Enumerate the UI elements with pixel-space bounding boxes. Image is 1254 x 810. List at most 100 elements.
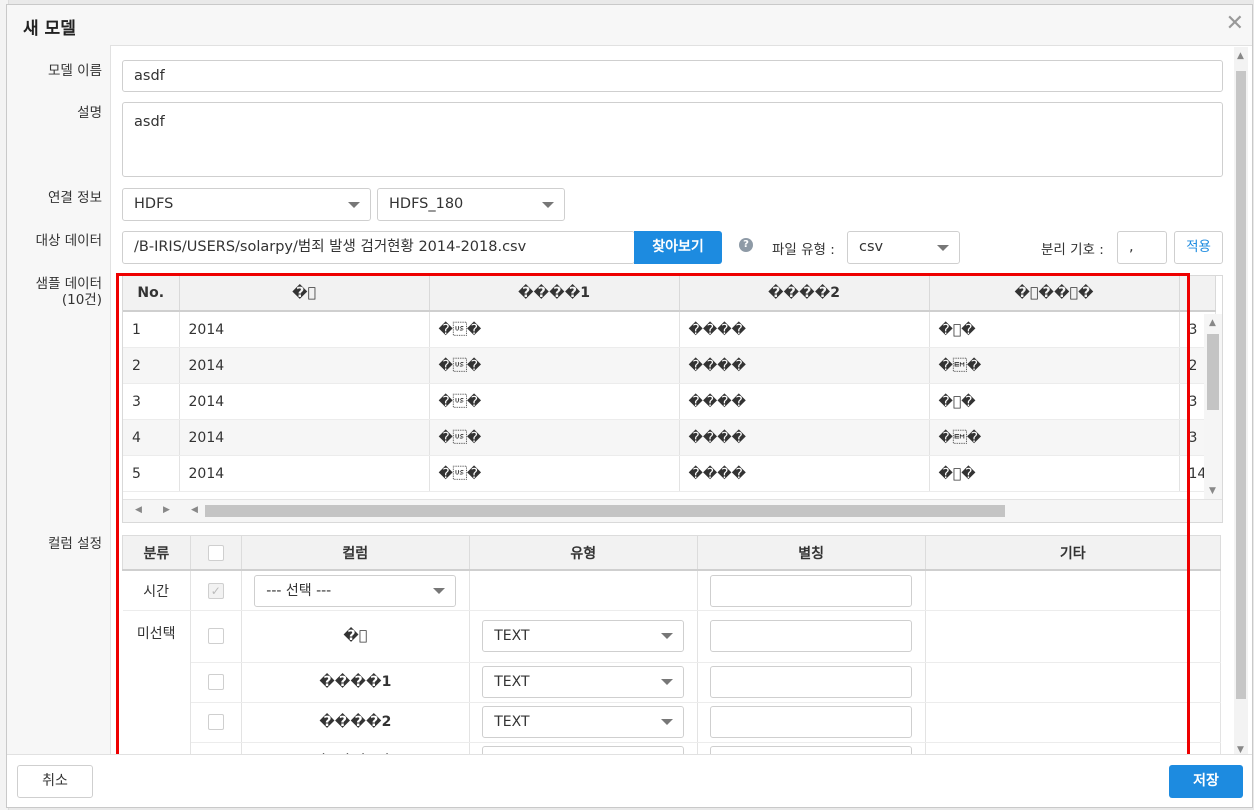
table-row: 1 2014 � � ���� � � 3 bbox=[123, 311, 1217, 348]
description-textarea[interactable]: asdf bbox=[122, 102, 1223, 177]
category-time: 시간 bbox=[122, 570, 191, 611]
table-cell: �� bbox=[929, 347, 1180, 384]
table-cell: 2014 bbox=[179, 455, 430, 492]
alias-input[interactable] bbox=[710, 574, 913, 607]
sample-header-col1[interactable]: �  bbox=[179, 276, 430, 312]
type-value: TEXT bbox=[494, 628, 530, 645]
column-settings-table: 분류 컬럼 유형 별칭 기타 시간 ✓ --- 선택 --- bbox=[122, 535, 1221, 757]
browse-button[interactable]: 찾아보기 bbox=[634, 231, 722, 264]
table-cell: 4 bbox=[123, 419, 180, 456]
header-etc: 기타 bbox=[924, 535, 1221, 571]
row-checkbox[interactable] bbox=[207, 674, 224, 690]
table-row: 미선택 �  TEXT bbox=[122, 610, 1221, 663]
type-value: TEXT bbox=[494, 714, 530, 730]
scrollbar-thumb[interactable] bbox=[1236, 71, 1246, 699]
column-name: ����1 bbox=[241, 662, 470, 703]
time-row: 시간 ✓ --- 선택 --- bbox=[122, 570, 1221, 611]
scrollbar-thumb[interactable] bbox=[205, 505, 1005, 517]
time-column-select[interactable]: --- 선택 --- bbox=[254, 574, 457, 607]
table-row: 4 2014 � � ���� �� 3 bbox=[123, 419, 1217, 456]
table-cell: 2 bbox=[123, 347, 180, 384]
sample-header-col2[interactable]: ����1 bbox=[429, 276, 680, 312]
sample-data-table: No. �  ����1 ����2 � �� � 1 2014 � � ���… bbox=[123, 276, 1217, 492]
table-cell: 1 bbox=[123, 311, 180, 348]
type-value: TEXT bbox=[494, 674, 530, 690]
table-cell: � � bbox=[929, 383, 1180, 420]
table-row: 5 2014 � � ���� � � 14 bbox=[123, 455, 1217, 492]
cancel-button[interactable]: 취소 bbox=[17, 765, 93, 798]
connection-type-select[interactable]: HDFS bbox=[122, 188, 371, 221]
model-name-label: 모델 이름 bbox=[48, 63, 102, 79]
save-button[interactable]: 저장 bbox=[1169, 765, 1243, 798]
scroll-left-icon[interactable]: ◀ bbox=[191, 505, 198, 515]
connection-type-value: HDFS bbox=[134, 196, 174, 212]
sample-data-grid: No. �  ����1 ����2 � �� � 1 2014 � � ���… bbox=[122, 275, 1223, 523]
table-cell: 2014 bbox=[179, 347, 430, 384]
scroll-left-icon[interactable]: ◀ bbox=[135, 505, 142, 515]
file-type-value: csv bbox=[859, 239, 884, 255]
sample-header-col4[interactable]: � �� � bbox=[929, 276, 1180, 312]
header-select-all bbox=[189, 535, 242, 571]
file-type-label: 파일 유형 : bbox=[772, 242, 835, 258]
column-name: ����2 bbox=[241, 702, 470, 743]
scroll-up-icon[interactable]: ▲ bbox=[1237, 51, 1244, 61]
alias-input[interactable] bbox=[710, 666, 913, 698]
sample-header-no[interactable]: No. bbox=[123, 276, 180, 312]
type-select[interactable]: TEXT bbox=[482, 666, 685, 698]
table-cell: � � bbox=[929, 311, 1180, 348]
table-cell: 2014 bbox=[179, 419, 430, 456]
delimiter-input[interactable]: , bbox=[1117, 231, 1167, 264]
dialog-scrollbar[interactable]: ▲ ▼ bbox=[1234, 47, 1248, 759]
sample-count-label: (10건) bbox=[61, 292, 102, 308]
alias-input[interactable] bbox=[710, 620, 913, 653]
header-type: 유형 bbox=[468, 535, 698, 571]
category-unselected: 미선택 bbox=[122, 610, 191, 662]
table-cell: � � bbox=[429, 347, 680, 384]
label-column: 모델 이름 설명 연결 정보 대상 데이터 샘플 데이터 (10건) 컬럼 설정 bbox=[7, 45, 111, 757]
table-cell: 5 bbox=[123, 455, 180, 492]
model-name-input[interactable]: asdf bbox=[122, 60, 1223, 92]
table-cell: ���� bbox=[679, 347, 930, 384]
time-select-placeholder: --- 선택 --- bbox=[266, 582, 332, 599]
row-checkbox[interactable] bbox=[207, 628, 224, 645]
table-cell: � � bbox=[929, 455, 1180, 492]
row-checkbox[interactable] bbox=[207, 714, 224, 730]
table-cell: ���� bbox=[679, 311, 930, 348]
chevron-down-icon bbox=[937, 244, 949, 251]
time-checkbox: ✓ bbox=[207, 582, 224, 599]
scroll-right-icon[interactable]: ▶ bbox=[163, 505, 170, 515]
chevron-down-icon bbox=[661, 679, 674, 685]
table-row: ����1 TEXT bbox=[122, 662, 1221, 703]
table-cell: � � bbox=[429, 311, 680, 348]
chevron-down-icon bbox=[661, 633, 674, 640]
column-settings-grid: 분류 컬럼 유형 별칭 기타 시간 ✓ --- 선택 --- bbox=[122, 535, 1221, 757]
target-data-label: 대상 데이터 bbox=[35, 233, 102, 249]
sample-horizontal-scrollbar[interactable]: ◀ ▶ ◀ bbox=[123, 499, 1222, 522]
close-icon[interactable]: ✕ bbox=[1226, 11, 1244, 37]
header-category: 분류 bbox=[122, 535, 191, 571]
connection-name-value: HDFS_180 bbox=[389, 196, 464, 212]
scroll-down-icon[interactable]: ▼ bbox=[1209, 486, 1216, 496]
alias-input[interactable] bbox=[710, 706, 913, 738]
help-icon[interactable]: ? bbox=[739, 238, 753, 252]
sample-header-col3[interactable]: ����2 bbox=[679, 276, 930, 312]
connection-name-select[interactable]: HDFS_180 bbox=[377, 188, 565, 221]
table-cell: 2014 bbox=[179, 383, 430, 420]
scrollbar-thumb[interactable] bbox=[1207, 334, 1219, 410]
sample-vertical-scrollbar[interactable]: ▲ ▼ bbox=[1204, 314, 1222, 500]
type-select[interactable]: TEXT bbox=[482, 706, 685, 738]
chevron-down-icon bbox=[433, 587, 446, 594]
file-type-select[interactable]: csv bbox=[847, 231, 960, 264]
select-all-checkbox[interactable] bbox=[207, 544, 224, 561]
target-path-input[interactable]: /B-IRIS/USERS/solarpy/범죄 발생 검거현황 2014-20… bbox=[122, 231, 635, 264]
scroll-up-icon[interactable]: ▲ bbox=[1209, 318, 1216, 328]
table-cell: � � bbox=[429, 419, 680, 456]
table-row: ����2 TEXT bbox=[122, 702, 1221, 743]
table-cell: � � bbox=[429, 455, 680, 492]
table-cell: �� bbox=[929, 419, 1180, 456]
apply-button[interactable]: 적용 bbox=[1174, 231, 1223, 264]
header-alias: 별칭 bbox=[696, 535, 926, 571]
table-cell: ���� bbox=[679, 455, 930, 492]
table-cell: ���� bbox=[679, 383, 930, 420]
type-select[interactable]: TEXT bbox=[482, 620, 685, 653]
